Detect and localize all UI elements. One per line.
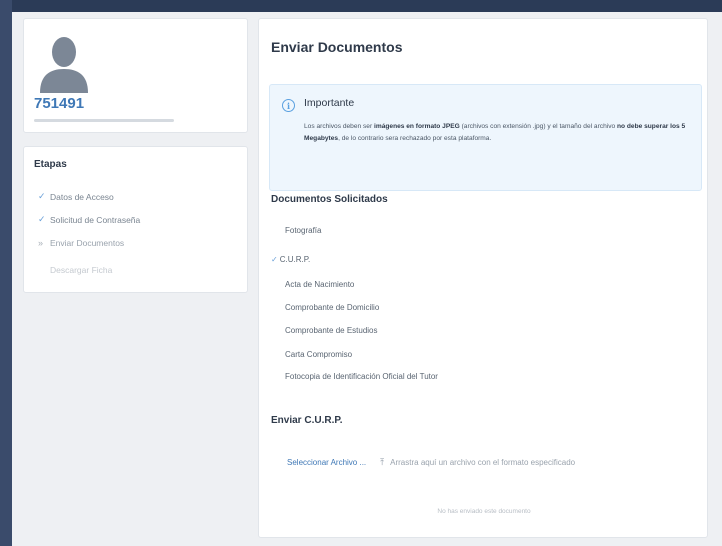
main-panel: Enviar Documentos i Importante Los archi… bbox=[258, 18, 708, 538]
stage-label: Solicitud de Contraseña bbox=[50, 214, 141, 225]
info-icon: i bbox=[282, 99, 295, 112]
left-edge-strip bbox=[0, 0, 12, 546]
stages-card: Etapas ✓ Datos de Acceso ✓ Solicitud de … bbox=[23, 146, 248, 293]
page-title: Enviar Documentos bbox=[271, 39, 403, 55]
select-file-button[interactable]: Seleccionar Archivo ... bbox=[287, 458, 366, 467]
profile-divider-bar bbox=[34, 119, 174, 122]
current-stage-icon: » bbox=[38, 238, 44, 248]
user-id: 751491 bbox=[34, 95, 85, 112]
upload-status: No has enviado este documento bbox=[437, 508, 531, 515]
stage-datos-acceso[interactable]: ✓ Datos de Acceso bbox=[38, 191, 114, 202]
stage-descargar-ficha: Descargar Ficha bbox=[50, 265, 112, 275]
check-icon: ✓ bbox=[38, 191, 46, 201]
important-notice: i Importante Los archivos deben ser imág… bbox=[269, 84, 702, 191]
top-bar bbox=[0, 0, 722, 12]
drop-zone[interactable]: Arrastra aquí un archivo con el formato … bbox=[390, 458, 575, 467]
document-item-carta-compromiso[interactable]: Carta Compromiso bbox=[285, 350, 352, 359]
document-item-acta-nacimiento[interactable]: Acta de Nacimiento bbox=[285, 280, 354, 289]
document-item-comprobante-estudios[interactable]: Comprobante de Estudios bbox=[285, 326, 378, 335]
stage-solicitud-contrasena[interactable]: ✓ Solicitud de Contraseña bbox=[38, 214, 140, 225]
stage-enviar-documentos[interactable]: » Enviar Documentos bbox=[38, 238, 124, 248]
upload-section-title: Enviar C.U.R.P. bbox=[271, 415, 343, 426]
avatar-icon bbox=[40, 37, 88, 93]
upload-row: Seleccionar Archivo ... ⤒ Arrastra aquí … bbox=[287, 455, 687, 469]
stage-label: Descargar Ficha bbox=[50, 265, 113, 275]
notice-text: Los archivos deben ser imágenes en forma… bbox=[304, 123, 686, 142]
upload-icon: ⤒ bbox=[380, 456, 385, 467]
notice-title: Importante bbox=[304, 97, 355, 109]
profile-card: 751491 bbox=[23, 18, 248, 133]
document-item-curp[interactable]: ✓ C.U.R.P. bbox=[271, 255, 310, 264]
document-item-comprobante-domicilio[interactable]: Comprobante de Domicilio bbox=[285, 303, 379, 312]
document-item-identificacion-tutor[interactable]: Fotocopia de Identificación Oficial del … bbox=[285, 372, 438, 381]
document-item-fotografia[interactable]: Fotografía bbox=[285, 226, 321, 235]
check-icon: ✓ bbox=[271, 255, 278, 264]
stage-label: Datos de Acceso bbox=[50, 191, 114, 202]
check-icon: ✓ bbox=[38, 214, 46, 224]
stages-title: Etapas bbox=[34, 159, 67, 170]
requested-documents-title: Documentos Solicitados bbox=[271, 194, 388, 205]
stage-label: Enviar Documentos bbox=[50, 238, 125, 248]
